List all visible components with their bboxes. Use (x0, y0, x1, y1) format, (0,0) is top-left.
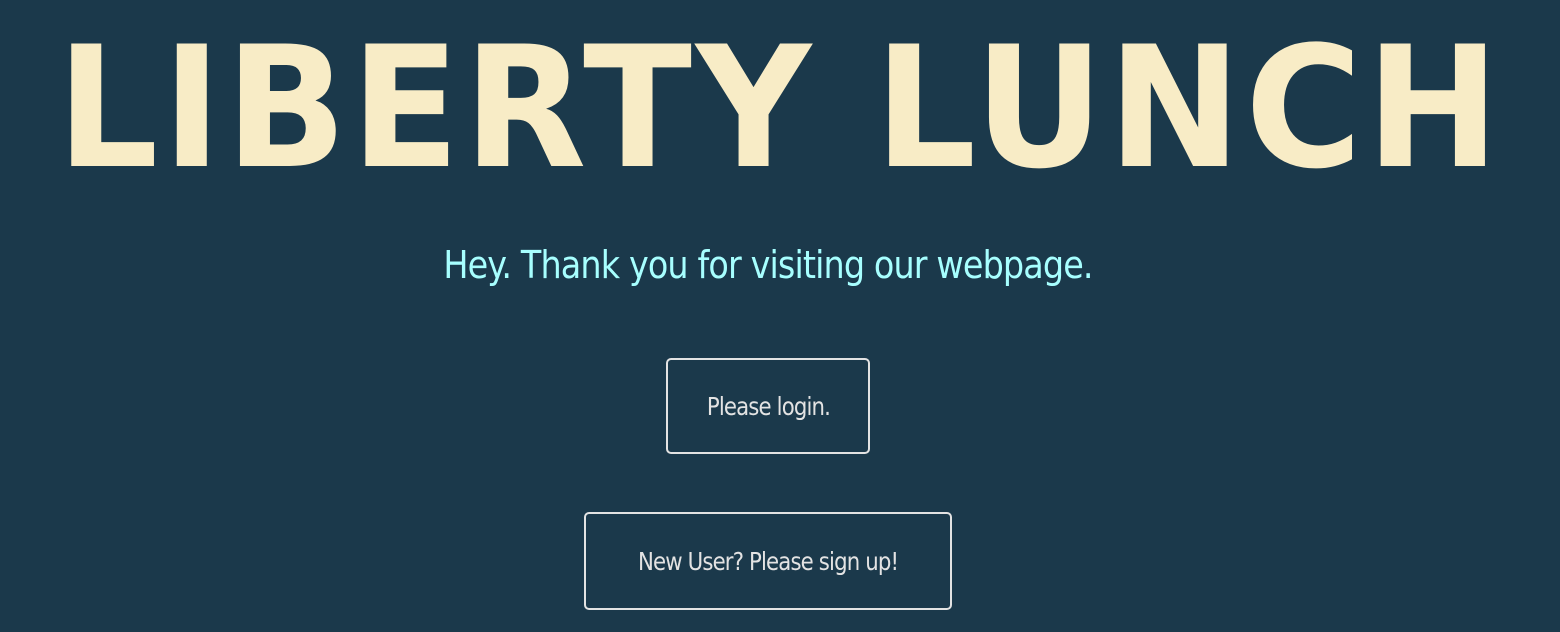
welcome-message: Hey. Thank you for visiting our webpage. (443, 243, 1093, 287)
landing-page: LIBERTY LUNCH Hey. Thank you for visitin… (0, 0, 1560, 632)
site-title: LIBERTY LUNCH (56, 10, 1504, 206)
signup-button-label: New User? Please sign up! (637, 546, 899, 576)
login-button-label: Please login. (706, 391, 830, 421)
login-button[interactable]: Please login. (666, 358, 870, 454)
signup-button[interactable]: New User? Please sign up! (584, 512, 952, 610)
